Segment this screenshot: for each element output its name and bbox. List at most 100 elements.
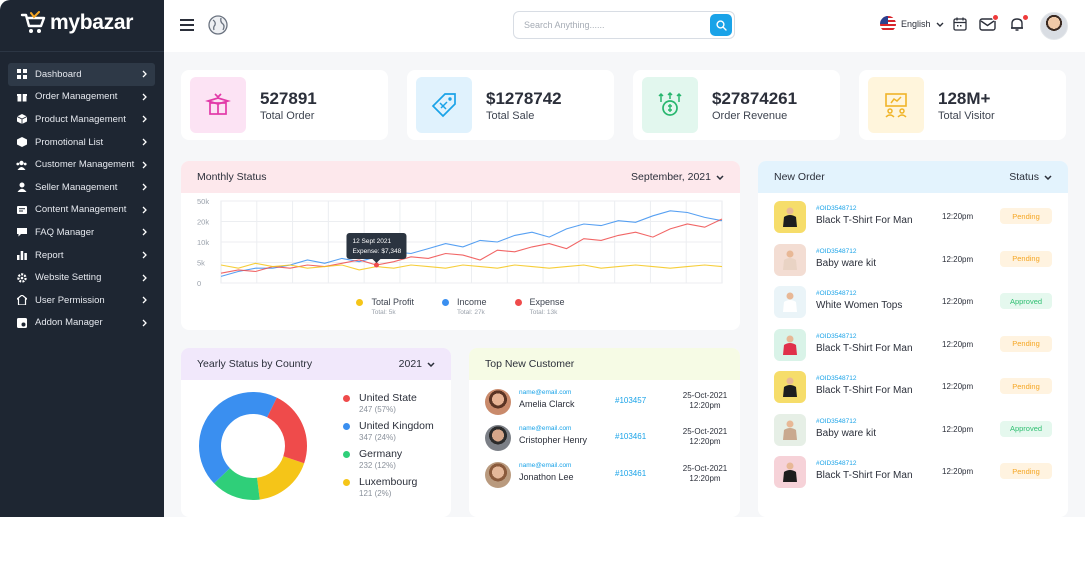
customer-name: Amelia Clarck xyxy=(519,399,575,409)
sidebar-item-user-permission[interactable]: User Permission xyxy=(8,289,155,312)
legend-total: Total: 13k xyxy=(529,309,558,316)
mail-icon[interactable] xyxy=(979,14,999,34)
country-name: Germany xyxy=(359,448,403,460)
status-badge: Pending xyxy=(1000,463,1052,479)
order-product-name: Black T-Shirt For Man xyxy=(816,215,913,226)
legend-item[interactable]: Expense Total: 13k xyxy=(514,297,565,316)
order-time: 12:20pm xyxy=(942,424,974,434)
order-row[interactable]: #OID3548712 Black T-Shirt For Man 12:20pm P… xyxy=(774,201,1054,235)
sidebar-item-website-setting[interactable]: Website Setting xyxy=(8,266,155,289)
sidebar-item-dashboard[interactable]: Dashboard xyxy=(8,63,155,86)
sidebar-item-label: Report xyxy=(35,249,64,261)
legend-label: Income xyxy=(456,297,487,307)
period-dropdown[interactable]: September, 2021 xyxy=(631,171,724,183)
order-row[interactable]: #OID3548712 Baby ware kit 12:20pm Pending xyxy=(774,243,1054,278)
price-tag-icon xyxy=(416,77,472,133)
sidebar-item-report[interactable]: Report xyxy=(8,244,155,267)
product-image xyxy=(774,328,806,361)
order-id: #OID3548712 xyxy=(816,460,857,467)
order-row[interactable]: #OID3548712 Black T-Shirt For Man 12:20pm P… xyxy=(774,456,1054,490)
sidebar-item-promotional-list[interactable]: Promotional List xyxy=(8,131,155,154)
customer-row[interactable]: name@email.com Cristopher Henry #103461 … xyxy=(485,422,728,454)
order-row[interactable]: #OID3548712 White Women Tops 12:20pm Approv… xyxy=(774,286,1054,320)
product-image xyxy=(774,371,806,403)
year-dropdown[interactable]: 2021 xyxy=(399,358,435,370)
sidebar-item-addon-manager[interactable]: Addon Manager xyxy=(8,312,155,335)
sidebar-item-content-management[interactable]: Content Management xyxy=(8,199,155,222)
sidebar-item-order-management[interactable]: Order Management xyxy=(8,86,155,109)
customer-row[interactable]: name@email.com Amelia Clarck #103457 25-… xyxy=(485,386,728,418)
sidebar-item-product-management[interactable]: Product Management xyxy=(8,108,155,131)
product-image xyxy=(774,413,806,446)
panel-title: Monthly Status xyxy=(197,171,267,183)
globe-icon[interactable] xyxy=(208,15,228,35)
panel-title: Yearly Status by Country xyxy=(197,358,313,370)
monthly-status-panel: Monthly Status September, 2021 50k 20k 10k… xyxy=(181,161,740,330)
cube-icon xyxy=(16,114,27,125)
faq-icon xyxy=(16,227,27,238)
order-id: #OID3548712 xyxy=(816,247,857,255)
divider xyxy=(0,51,164,52)
status-dropdown-label: Status xyxy=(1009,171,1039,183)
customer-date: 25-Oct-2021 xyxy=(682,464,728,473)
customer-id-link[interactable]: #103457 xyxy=(615,396,646,405)
sidebar-item-customer-management[interactable]: Customer Management xyxy=(8,153,155,176)
chart-svg: 50k 20k 10k 5k 0 12 Sept 2021 Expense: $7,348 xyxy=(197,197,723,288)
customer-time: 12:20pm xyxy=(689,474,721,483)
order-row[interactable]: #OID3548712 Baby ware kit 12:20pm Approved xyxy=(774,413,1054,448)
chevron-right-icon xyxy=(139,296,149,304)
chevron-down-icon xyxy=(936,22,944,27)
status-dropdown[interactable]: Status xyxy=(1009,171,1052,183)
search-box xyxy=(513,11,735,39)
user-avatar[interactable] xyxy=(1040,12,1068,40)
search-input[interactable] xyxy=(524,17,704,33)
order-row[interactable]: #OID3548712 Black T-Shirt For Man 12:20pm P… xyxy=(774,371,1054,405)
order-product-name: White Women Tops xyxy=(816,300,903,311)
hamburger-menu-icon[interactable] xyxy=(180,18,194,32)
country-name: United Kingdom xyxy=(359,420,434,432)
new-order-panel: New Order Status #OID3548712 Black T-Shir… xyxy=(758,161,1068,517)
order-id: #OID3548712 xyxy=(816,417,857,425)
sidebar-item-faq-manager[interactable]: FAQ Manager xyxy=(8,221,155,244)
country-legend: United State 247 (57%) United Kingdom 34… xyxy=(343,392,434,504)
chevron-right-icon xyxy=(139,93,149,101)
chevron-right-icon xyxy=(139,251,149,259)
customer-id-link[interactable]: #103461 xyxy=(615,432,646,441)
sidebar: mybazar Dashboard Order Management Produ… xyxy=(0,0,164,517)
customer-id-link[interactable]: #103461 xyxy=(615,469,646,478)
chevron-right-icon xyxy=(139,319,149,327)
brand-logo[interactable]: mybazar xyxy=(20,11,133,35)
status-badge: Approved xyxy=(1000,293,1052,309)
shopping-cart-icon xyxy=(20,11,46,33)
sidebar-item-label: Seller Management xyxy=(35,181,118,193)
legend-dot xyxy=(343,422,350,430)
status-badge: Pending xyxy=(1000,378,1052,394)
sidebar-item-seller-management[interactable]: Seller Management xyxy=(8,176,155,199)
tooltip-point[interactable] xyxy=(373,262,379,268)
customer-email: name@email.com xyxy=(519,425,572,432)
gift-box-icon xyxy=(190,77,246,133)
order-row[interactable]: #OID3548712 Black T-Shirt For Man 12:20pm P… xyxy=(774,328,1054,363)
y-tick-label: 0 xyxy=(197,279,201,288)
sidebar-item-label: Dashboard xyxy=(35,68,82,80)
main-content: English 527891 Total Order $127874 xyxy=(164,0,1085,517)
legend-label: Total Profit xyxy=(371,297,414,307)
search-button[interactable] xyxy=(710,14,732,36)
customer-avatar xyxy=(485,425,511,451)
legend-item[interactable]: Total Profit Total: 5k xyxy=(356,297,414,316)
stat-value: 128M+ xyxy=(938,88,991,108)
stat-card-total-visitor: 128M+ Total Visitor xyxy=(859,70,1066,140)
customer-row[interactable]: name@email.com Jonathon Lee #103461 25-O… xyxy=(485,459,728,491)
chevron-right-icon xyxy=(139,228,149,236)
calendar-icon[interactable] xyxy=(952,16,970,34)
order-product-name: Baby ware kit xyxy=(816,257,877,269)
order-id: #OID3548712 xyxy=(816,205,857,212)
y-tick-label: 5k xyxy=(197,259,205,268)
language-selector[interactable]: English xyxy=(880,16,944,32)
order-product-name: Black T-Shirt For Man xyxy=(816,470,913,481)
bell-icon[interactable] xyxy=(1009,14,1029,34)
brand-name: mybazar xyxy=(50,11,134,34)
language-label: English xyxy=(901,19,931,29)
yearly-status-panel: Yearly Status by Country 2021 United Sta… xyxy=(181,348,451,517)
legend-item[interactable]: Income Total: 27k xyxy=(441,297,487,316)
